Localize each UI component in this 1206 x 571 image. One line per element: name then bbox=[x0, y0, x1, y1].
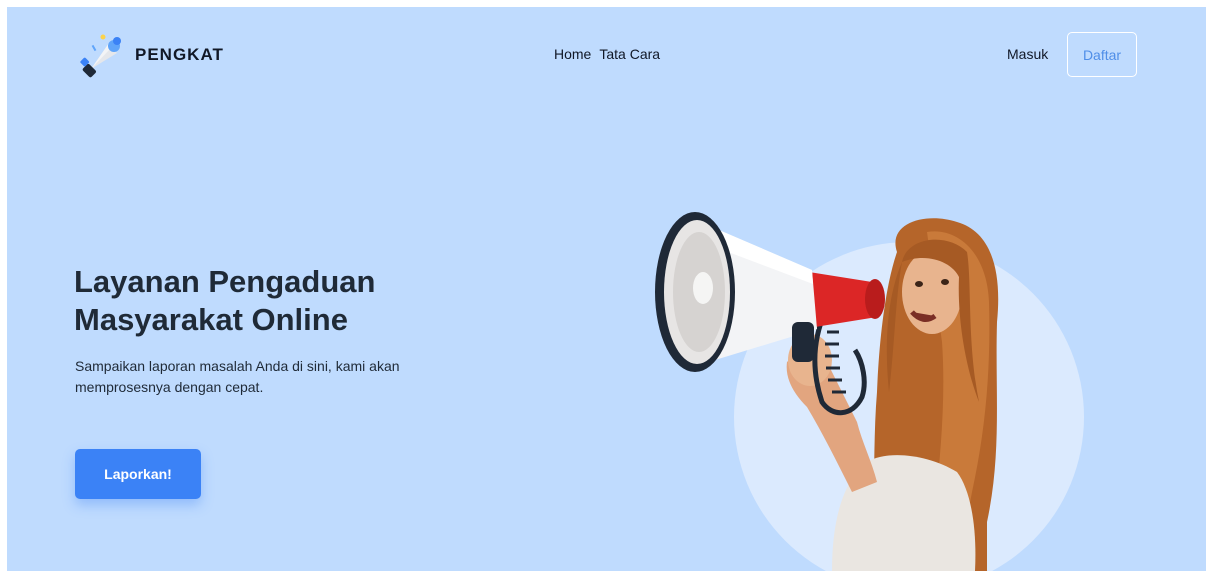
brand[interactable]: PENGKAT bbox=[79, 31, 224, 79]
woman-with-megaphone-illustration bbox=[627, 192, 1107, 571]
nav-link-tata-cara[interactable]: Tata Cara bbox=[599, 46, 660, 62]
hero-subtitle: Sampaikan laporan masalah Anda di sini, … bbox=[75, 358, 400, 395]
brand-name: PENGKAT bbox=[135, 45, 224, 64]
page: PENGKAT Home Tata Cara Masuk Daftar Laya… bbox=[7, 7, 1206, 571]
nav-link-home[interactable]: Home bbox=[554, 46, 591, 62]
hero-title: Layanan Pengaduan Masyarakat Online bbox=[74, 264, 376, 337]
main-nav: Home Tata Cara bbox=[554, 46, 660, 62]
megaphone-logo-icon bbox=[79, 31, 123, 79]
report-button[interactable]: Laporkan! bbox=[75, 449, 201, 499]
login-link[interactable]: Masuk bbox=[1007, 46, 1048, 62]
register-button[interactable]: Daftar bbox=[1067, 32, 1137, 77]
